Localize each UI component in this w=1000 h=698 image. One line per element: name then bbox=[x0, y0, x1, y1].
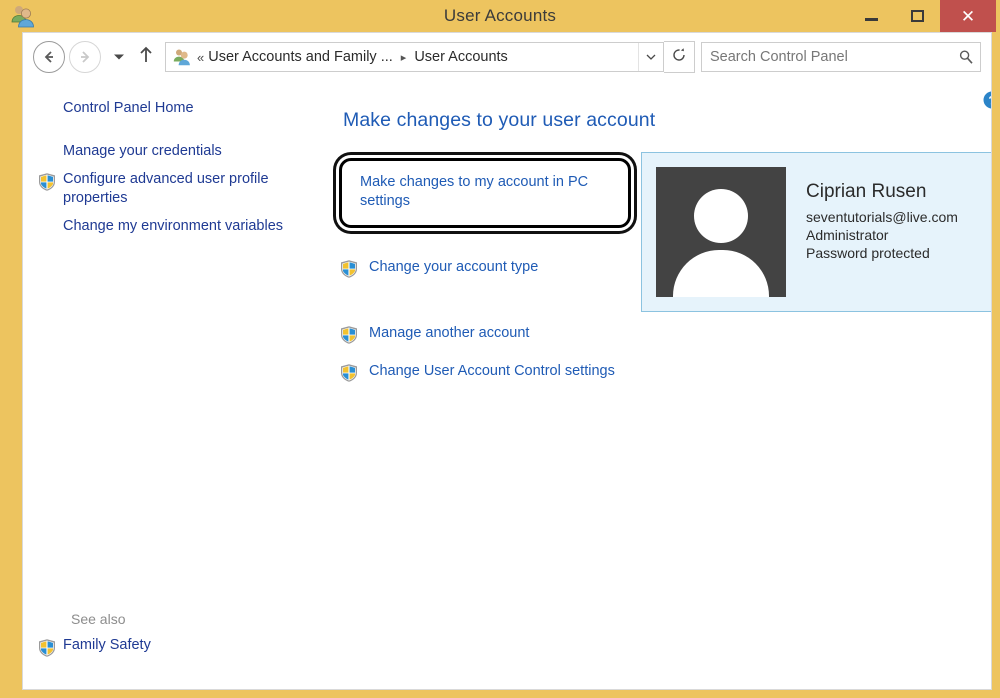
forward-button[interactable] bbox=[69, 41, 101, 73]
user-name: Ciprian Rusen bbox=[806, 181, 927, 202]
client-area: « User Accounts and Family ... ▸ User Ac… bbox=[22, 32, 992, 690]
user-password-status: Password protected bbox=[806, 245, 930, 261]
sidebar-item-label: Change my environment variables bbox=[63, 218, 284, 234]
breadcrumb-icon bbox=[172, 48, 192, 66]
uac-shield-icon bbox=[339, 362, 369, 388]
sidebar-home-label: Control Panel Home bbox=[63, 100, 194, 116]
highlight-callout: Make changes to my account in PC setting… bbox=[339, 158, 631, 228]
user-account-card: Ciprian Rusen seventutorials@live.com Ad… bbox=[641, 152, 991, 312]
avatar-torso bbox=[673, 250, 769, 297]
title-bar: User Accounts ✕ bbox=[0, 0, 1000, 32]
search-icon bbox=[952, 49, 980, 65]
see-also-section: See also Family Safety bbox=[23, 611, 313, 689]
breadcrumb-overflow[interactable]: « bbox=[197, 50, 204, 65]
uac-shield-icon bbox=[339, 258, 369, 284]
arrow-left-icon bbox=[41, 50, 57, 64]
close-icon: ✕ bbox=[960, 6, 976, 26]
breadcrumb-segment-1[interactable]: User Accounts bbox=[414, 49, 508, 65]
link-label: Change your account type bbox=[369, 259, 539, 275]
see-also-label: See also bbox=[71, 611, 126, 627]
address-bar: « User Accounts and Family ... ▸ User Ac… bbox=[23, 33, 991, 81]
maximize-button[interactable] bbox=[894, 0, 940, 32]
window-controls: ✕ bbox=[848, 0, 1000, 32]
minimize-icon bbox=[864, 18, 878, 21]
link-label: Manage another account bbox=[369, 325, 530, 341]
back-button[interactable] bbox=[33, 41, 65, 73]
link-label: Change User Account Control settings bbox=[369, 363, 615, 379]
avatar-head bbox=[694, 189, 748, 243]
svg-text:?: ? bbox=[988, 93, 992, 107]
sidebar-item-configure-advanced-user-profile[interactable]: Configure advanced user profile properti… bbox=[23, 170, 313, 208]
uac-shield-icon bbox=[339, 324, 369, 350]
window-body: Control Panel Home Manage your credentia… bbox=[23, 81, 991, 689]
sidebar-item-control-panel-home[interactable]: Control Panel Home bbox=[23, 99, 313, 118]
recent-locations-button[interactable] bbox=[108, 42, 130, 72]
breadcrumb-separator[interactable]: ▸ bbox=[401, 51, 407, 64]
sidebar: Control Panel Home Manage your credentia… bbox=[23, 81, 323, 689]
content-pane: ? Make changes to your user account Make… bbox=[323, 81, 992, 689]
user-details: Ciprian Rusen seventutorials@live.com Ad… bbox=[786, 167, 958, 262]
refresh-icon bbox=[671, 47, 687, 68]
minimize-button[interactable] bbox=[848, 0, 894, 32]
breadcrumb-segment-0[interactable]: User Accounts and Family ... bbox=[208, 49, 393, 65]
link-change-uac-settings[interactable]: Change User Account Control settings bbox=[339, 362, 633, 388]
close-button[interactable]: ✕ bbox=[940, 0, 996, 32]
arrow-up-icon bbox=[139, 46, 153, 69]
user-column: Ciprian Rusen seventutorials@live.com Ad… bbox=[633, 152, 991, 388]
help-icon[interactable]: ? bbox=[983, 91, 992, 109]
user-account-type: Administrator bbox=[806, 227, 889, 243]
user-email: seventutorials@live.com bbox=[806, 209, 958, 225]
content-columns: Make changes to my account in PC setting… bbox=[333, 152, 991, 388]
sidebar-item-label: Family Safety bbox=[63, 637, 151, 653]
page-title: Make changes to your user account bbox=[343, 109, 656, 131]
avatar bbox=[656, 167, 786, 297]
uac-shield-icon bbox=[37, 636, 63, 663]
search-input[interactable] bbox=[702, 49, 952, 65]
link-change-account-type[interactable]: Change your account type bbox=[339, 258, 633, 284]
link-make-changes-pc-settings[interactable]: Make changes to my account in PC setting… bbox=[360, 174, 588, 209]
arrow-right-icon bbox=[77, 50, 93, 64]
up-button[interactable] bbox=[133, 42, 159, 72]
user-accounts-window: User Accounts ✕ « User Accounts and Fami… bbox=[0, 0, 1000, 698]
sidebar-item-manage-credentials[interactable]: Manage your credentials bbox=[23, 142, 313, 161]
sidebar-item-label: Manage your credentials bbox=[63, 143, 222, 159]
uac-shield-icon bbox=[37, 170, 63, 197]
search-box[interactable] bbox=[701, 42, 981, 72]
sidebar-item-change-environment-variables[interactable]: Change my environment variables bbox=[23, 217, 313, 236]
maximize-icon bbox=[910, 10, 924, 22]
chevron-down-icon bbox=[113, 48, 125, 66]
link-manage-another-account[interactable]: Manage another account bbox=[339, 324, 633, 350]
user-accounts-icon bbox=[10, 4, 36, 28]
sidebar-item-label: Configure advanced user profile properti… bbox=[63, 171, 269, 206]
refresh-button[interactable] bbox=[664, 41, 695, 73]
breadcrumb[interactable]: « User Accounts and Family ... ▸ User Ac… bbox=[165, 42, 664, 72]
breadcrumb-dropdown-icon[interactable] bbox=[638, 43, 663, 71]
actions-column: Make changes to my account in PC setting… bbox=[333, 152, 633, 388]
sidebar-item-family-safety[interactable]: Family Safety bbox=[23, 636, 313, 663]
highlight-inner: Make changes to my account in PC setting… bbox=[342, 161, 628, 225]
